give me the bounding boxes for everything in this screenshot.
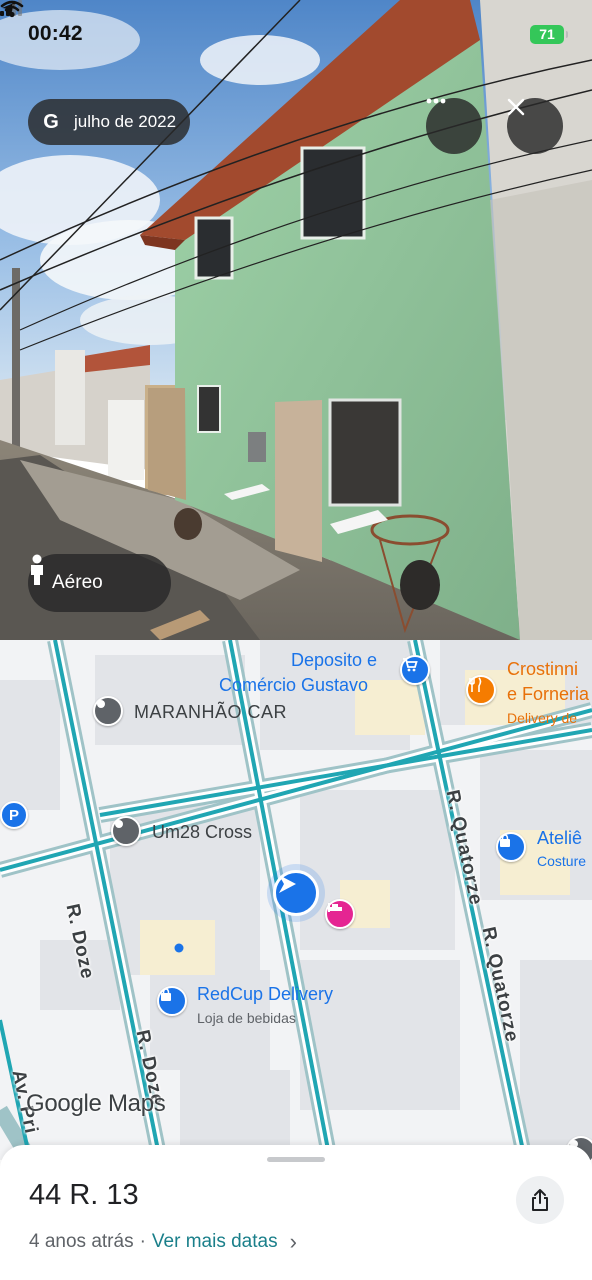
restaurant-pin[interactable] (466, 675, 496, 705)
more-dots-icon (426, 98, 446, 104)
place-um28-cross[interactable]: Um28 Cross (152, 822, 252, 843)
shopping-cart-pin[interactable] (400, 655, 430, 685)
wifi-icon (0, 0, 24, 18)
bed-icon (328, 903, 342, 912)
bottom-sheet[interactable]: 44 R. 13 4 anos atrás · Ver mais datas › (0, 1145, 592, 1280)
share-button[interactable] (516, 1176, 564, 1224)
chevron-right-icon[interactable]: › (290, 1229, 297, 1255)
share-icon (532, 1189, 548, 1211)
um28-cross-pin[interactable] (111, 816, 141, 846)
place-redcup[interactable]: RedCup Delivery (197, 984, 333, 1005)
google-maps-watermark: Google Maps (26, 1090, 166, 1117)
status-bar: 00:42 71 (0, 0, 592, 70)
drag-handle[interactable] (267, 1157, 325, 1162)
place-deposito-line1[interactable]: Deposito e (291, 650, 377, 671)
place-deposito-line2[interactable]: Comércio Gustavo (219, 675, 368, 696)
shopping-bag-icon (161, 988, 171, 1001)
place-crostinni-line2[interactable]: e Forneria (507, 684, 589, 705)
battery-indicator: 71 (530, 25, 568, 44)
status-time: 00:42 (28, 22, 83, 45)
close-icon (507, 98, 525, 116)
imagery-date-label: julho de 2022 (74, 112, 177, 131)
separator-dot: · (139, 1231, 146, 1252)
shopping-cart-icon (403, 658, 418, 672)
restaurant-icon (469, 677, 482, 692)
street-view-image[interactable]: 00:42 71 G julho de 2022 Aéreo (0, 0, 592, 640)
current-location-marker[interactable] (273, 870, 319, 916)
atelie-pin[interactable] (496, 832, 526, 862)
redcup-pin[interactable] (157, 986, 187, 1016)
direction-arrow-icon (279, 875, 296, 893)
place-redcup-sub: Loja de bebidas (197, 1010, 296, 1026)
google-g-icon: G (43, 111, 59, 133)
imagery-info-line: 4 anos atrás · Ver mais datas › (29, 1229, 297, 1255)
maranhao-car-pin[interactable] (93, 696, 123, 726)
aerial-view-button[interactable]: Aéreo (28, 554, 171, 612)
parking-pin[interactable]: P (0, 801, 28, 829)
place-maranhao-car[interactable]: MARANHÃO CAR (134, 702, 287, 723)
place-atelie[interactable]: Ateliê (537, 828, 582, 849)
place-crostinni-line1[interactable]: Crostinni (507, 659, 578, 680)
imagery-date-button[interactable]: G julho de 2022 (28, 99, 191, 145)
hotel-pin[interactable] (325, 899, 355, 929)
battery-level: 71 (539, 26, 555, 42)
imagery-age: 4 anos atrás (29, 1231, 134, 1252)
map-view[interactable]: Deposito e Comércio Gustavo Crostinni e … (0, 640, 592, 1160)
close-button[interactable] (507, 98, 563, 154)
place-atelie-sub: Costure (537, 853, 587, 869)
street-view-scene (0, 0, 592, 640)
see-more-dates-link[interactable]: Ver mais datas (152, 1231, 278, 1253)
place-pin-icon (97, 700, 105, 708)
place-pin-icon (115, 820, 123, 828)
place-crostinni-sub: Delivery de (507, 710, 578, 726)
address-title: 44 R. 13 (29, 1179, 139, 1211)
aerial-label: Aéreo (52, 572, 103, 593)
shopping-bag-icon (500, 834, 510, 847)
pegman-icon (31, 554, 43, 585)
more-options-button[interactable] (426, 98, 482, 154)
